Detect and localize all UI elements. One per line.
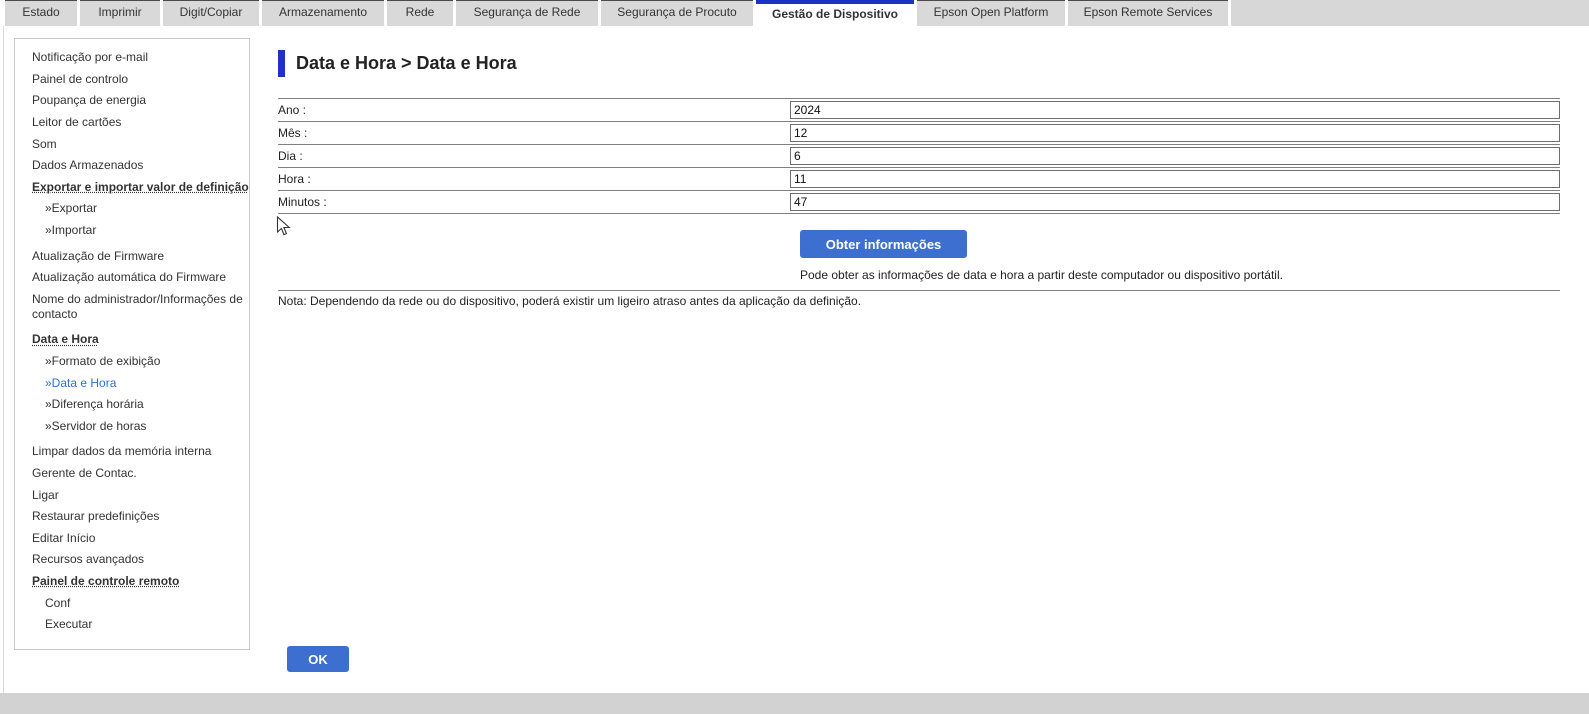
tab-epson-open-platform[interactable]: Epson Open Platform	[917, 0, 1065, 26]
sidebar-item-dados-armazenados[interactable]: Dados Armazenados	[32, 155, 249, 177]
sidebar-item-data-e-hora-sub[interactable]: »Data e Hora	[32, 372, 249, 394]
mouse-cursor-icon	[276, 216, 291, 242]
tab-rede[interactable]: Rede	[387, 0, 453, 26]
sidebar-item-ligar[interactable]: Ligar	[32, 484, 249, 506]
sidebar-item-nome-do-administrador-informacoes-de-contacto[interactable]: Nome do administrador/Informações de con…	[32, 289, 244, 326]
form-row-day: Dia :	[278, 144, 1560, 167]
tab-armazenamento[interactable]: Armazenamento	[262, 0, 384, 26]
hour-label: Hora :	[278, 172, 790, 186]
sidebar-item-exportar[interactable]: »Exportar	[32, 198, 249, 220]
page-title-block: Data e Hora > Data e Hora	[278, 50, 1560, 77]
tab-digit-copiar[interactable]: Digit/Copiar	[163, 0, 259, 26]
form-row-year: Ano :	[278, 98, 1560, 121]
sidebar-item-painel-de-controle-remoto[interactable]: Painel de controle remoto	[32, 571, 249, 593]
sidebar-item-som[interactable]: Som	[32, 133, 249, 155]
month-label: Mês :	[278, 126, 790, 140]
tab-seguranca-de-procuto[interactable]: Segurança de Procuto	[601, 0, 753, 26]
form-footer-row: Obter informações Pode obter as informaç…	[278, 213, 1560, 291]
sidebar-item-gerente-de-contac[interactable]: Gerente de Contac.	[32, 463, 249, 485]
sidebar-item-servidor-de-horas[interactable]: »Servidor de horas	[32, 416, 249, 438]
sidebar-item-atualizacao-de-firmware[interactable]: Atualização de Firmware	[32, 245, 249, 267]
tab-bar: Estado Imprimir Digit/Copiar Armazenamen…	[0, 0, 1589, 26]
sidebar-item-poupanca-de-energia[interactable]: Poupança de energia	[32, 90, 249, 112]
year-label: Ano :	[278, 103, 790, 117]
sidebar-section-label: Exportar e importar valor de definição	[32, 180, 249, 194]
sidebar-item-executar[interactable]: Executar	[32, 614, 249, 636]
get-info-help-text: Pode obter as informações de data e hora…	[800, 268, 1560, 282]
sidebar-item-limpar-dados-da-memoria-interna[interactable]: Limpar dados da memória interna	[32, 441, 249, 463]
sidebar-item-data-e-hora[interactable]: Data e Hora	[32, 329, 249, 351]
footer-bar	[0, 693, 1589, 714]
sidebar-item-formato-de-exibicao[interactable]: »Formato de exibição	[32, 351, 249, 373]
page-title: Data e Hora > Data e Hora	[296, 53, 517, 74]
date-time-form: Ano : Mês : Dia : Hora : Minutos : Obter…	[278, 98, 1560, 291]
sidebar-item-conf[interactable]: Conf	[32, 592, 249, 614]
form-row-hour: Hora :	[278, 167, 1560, 190]
sidebar-section-label: Data e Hora	[32, 332, 99, 346]
main-content: Data e Hora > Data e Hora Ano : Mês : Di…	[278, 26, 1560, 693]
tab-estado[interactable]: Estado	[5, 0, 77, 26]
day-input[interactable]	[790, 147, 1560, 165]
sidebar-item-painel-de-controlo[interactable]: Painel de controlo	[32, 69, 249, 91]
tab-imprimir[interactable]: Imprimir	[80, 0, 160, 26]
hour-input[interactable]	[790, 170, 1560, 188]
month-input[interactable]	[790, 124, 1560, 142]
minutes-label: Minutos :	[278, 195, 790, 209]
ok-button[interactable]: OK	[287, 646, 349, 672]
note-text: Nota: Dependendo da rede ou do dispositi…	[278, 294, 1560, 308]
tab-seguranca-de-rede[interactable]: Segurança de Rede	[456, 0, 598, 26]
tab-epson-remote-services[interactable]: Epson Remote Services	[1068, 0, 1228, 26]
day-label: Dia :	[278, 149, 790, 163]
left-edge-divider	[3, 26, 4, 693]
form-row-month: Mês :	[278, 121, 1560, 144]
minutes-input[interactable]	[790, 193, 1560, 211]
year-input[interactable]	[790, 101, 1560, 119]
sidebar-item-restaurar-predefinicoes[interactable]: Restaurar predefinições	[32, 506, 249, 528]
sidebar-item-exportar-e-importar-valor-de-definicao[interactable]: Exportar e importar valor de definição	[32, 177, 249, 199]
sidebar-item-notificacao-por-email[interactable]: Notificação por e-mail	[32, 47, 249, 69]
sidebar: Notificação por e-mail Painel de control…	[14, 38, 250, 650]
form-row-minutes: Minutos :	[278, 190, 1560, 213]
tab-bar-filler	[1231, 0, 1589, 26]
sidebar-item-atualizacao-automatica-do-firmware[interactable]: Atualização automática do Firmware	[32, 267, 249, 289]
sidebar-section-label: Painel de controle remoto	[32, 574, 179, 588]
title-accent-bar	[278, 50, 285, 77]
obter-informacoes-button[interactable]: Obter informações	[800, 230, 967, 258]
sidebar-item-leitor-de-cartoes[interactable]: Leitor de cartões	[32, 112, 249, 134]
sidebar-item-importar[interactable]: »Importar	[32, 220, 249, 242]
sidebar-item-recursos-avancados[interactable]: Recursos avançados	[32, 549, 249, 571]
sidebar-item-editar-inicio[interactable]: Editar Início	[32, 527, 249, 549]
tab-gestao-de-dispositivo[interactable]: Gestão de Dispositivo	[756, 0, 914, 26]
form-footer-spacer	[278, 214, 790, 290]
sidebar-item-diferenca-horaria[interactable]: »Diferença horária	[32, 394, 249, 416]
